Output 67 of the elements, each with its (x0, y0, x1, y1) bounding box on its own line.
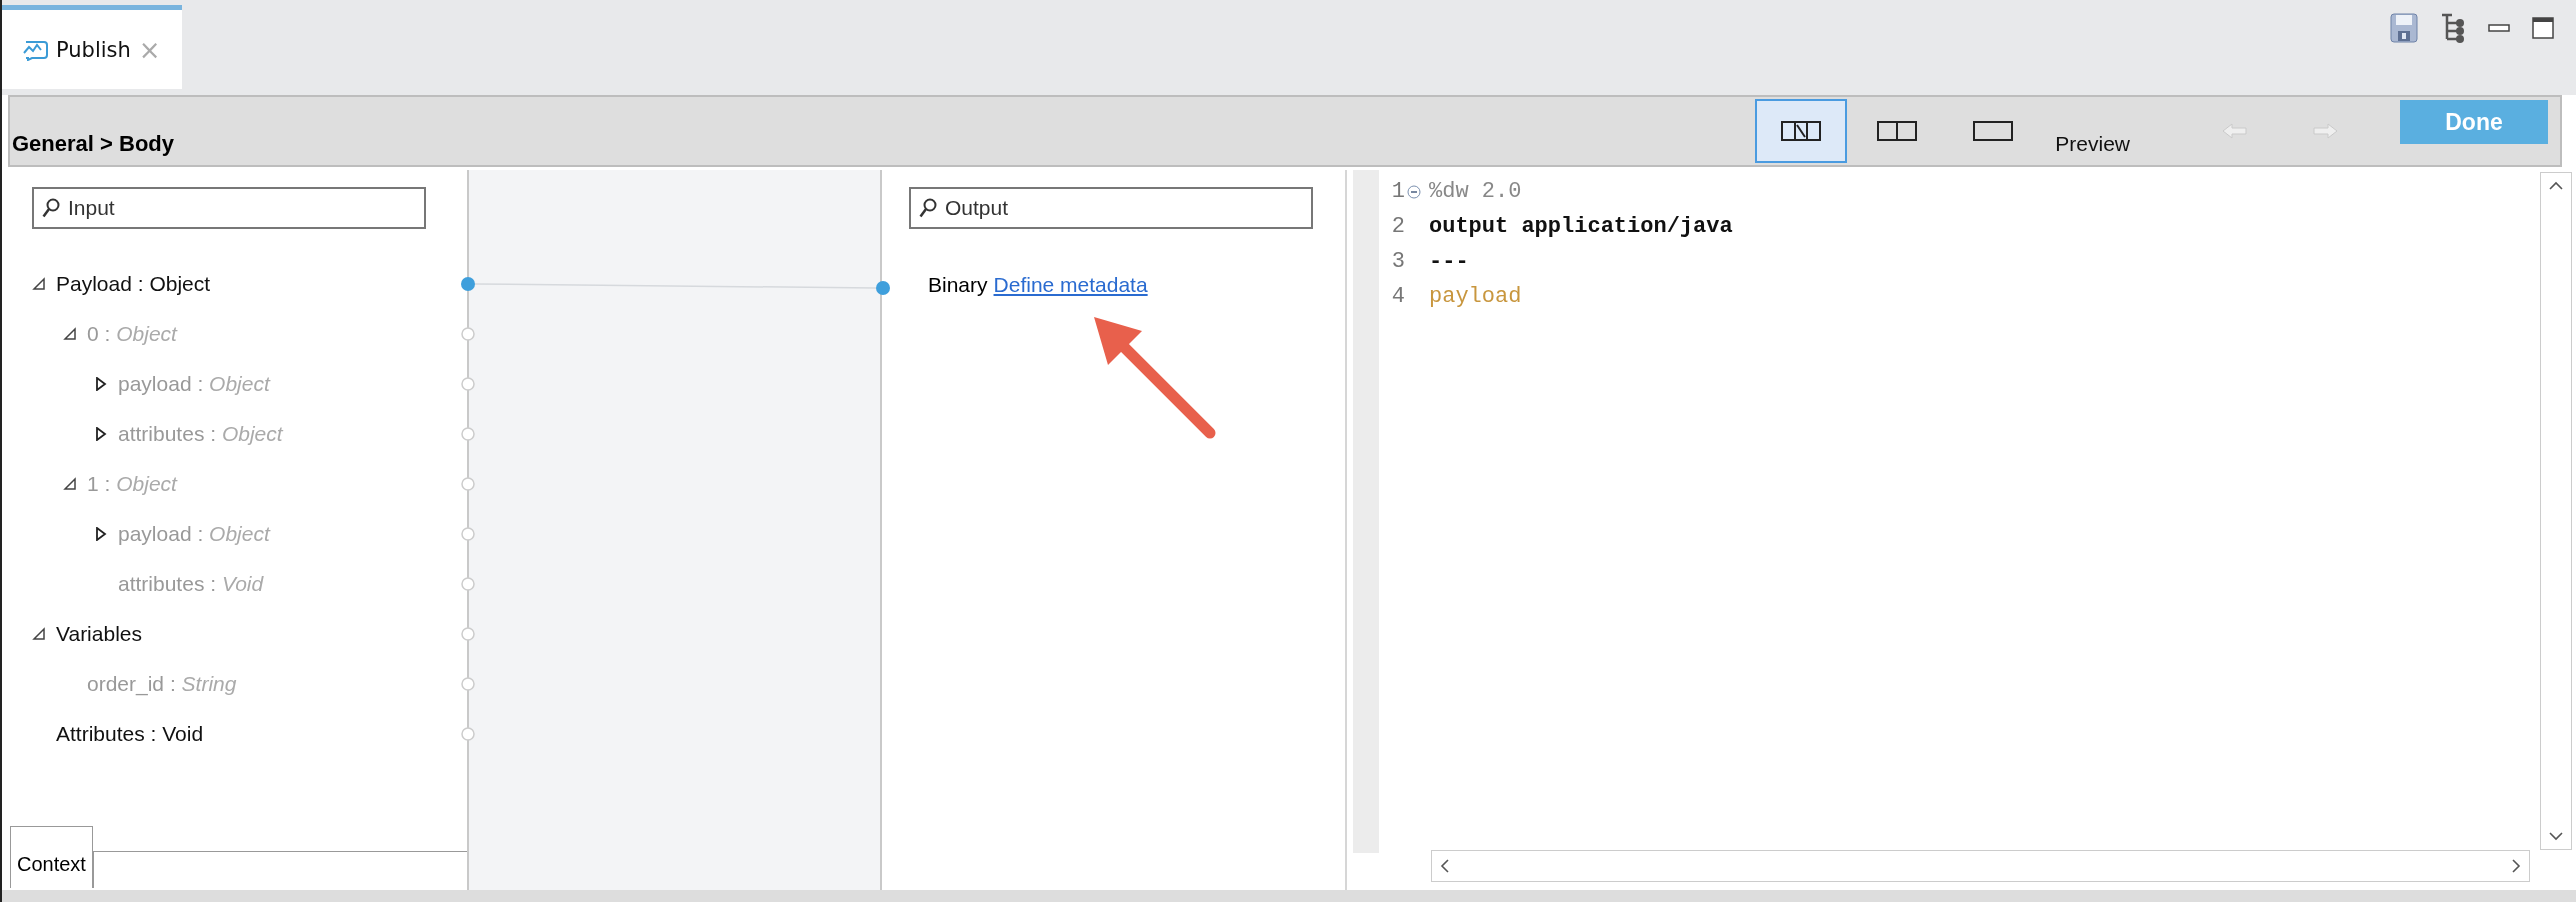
tree-item[interactable]: attributes : Object (118, 422, 283, 446)
define-metadata-link[interactable]: Define metadata (993, 273, 1148, 297)
tree-item[interactable]: 1 : Object (87, 472, 177, 496)
code-line: output application/java (1428, 214, 1733, 239)
connector-dot[interactable] (461, 727, 475, 741)
scroll-left-icon[interactable] (1440, 859, 1450, 873)
single-layout-icon (1973, 121, 2014, 141)
line-number: 1 (1390, 179, 1405, 204)
connector-dot[interactable] (461, 427, 475, 441)
collapsed-triangle-icon[interactable] (94, 527, 108, 541)
done-button[interactable]: Done (2400, 100, 2548, 144)
editor-tab[interactable]: Publish × (2, 5, 182, 89)
fold-icon[interactable] (1407, 184, 1421, 199)
horizontal-scrollbar[interactable] (1431, 850, 2530, 882)
connector-dot[interactable] (461, 627, 475, 641)
search-field[interactable]: Output (909, 187, 1313, 229)
split-layout-icon (1877, 121, 1918, 141)
tab-label: Publish (56, 37, 131, 62)
line-number: 2 (1390, 214, 1405, 239)
layout-button[interactable] (1755, 99, 1848, 163)
connector-dot[interactable] (461, 477, 475, 491)
preview-button[interactable]: Preview (2043, 106, 2150, 156)
maximize-icon[interactable] (2532, 17, 2554, 39)
tree-item[interactable]: payload : Object (118, 522, 270, 546)
connector-dot[interactable] (461, 377, 475, 391)
mapping-layout-icon (1781, 121, 1822, 141)
tree-item[interactable]: order_id : String (87, 672, 237, 696)
expanded-triangle-icon[interactable] (32, 627, 46, 641)
connector-dot[interactable] (461, 327, 475, 341)
connector-dot[interactable] (461, 677, 475, 691)
search-field[interactable]: Input (32, 187, 426, 229)
mapped-connector-dot[interactable] (876, 281, 890, 295)
expanded-triangle-icon[interactable] (32, 277, 46, 291)
breadcrumb: General > Body (11, 130, 174, 157)
code-line: %dw 2.0 (1428, 179, 1522, 204)
scroll-up-icon[interactable] (2549, 181, 2563, 191)
undo-arrow-icon (2220, 122, 2250, 140)
close-icon[interactable]: × (138, 34, 161, 65)
search-icon (919, 198, 937, 218)
tree-item[interactable]: Variables (56, 622, 142, 646)
redo-arrow-icon (2310, 122, 2340, 140)
code-line: --- (1428, 249, 1469, 274)
expanded-triangle-icon[interactable] (63, 327, 77, 341)
line-number: 4 (1390, 284, 1405, 309)
save-icon[interactable] (2390, 13, 2418, 43)
collapsed-triangle-icon[interactable] (94, 377, 108, 391)
tree-item[interactable]: 0 : Object (87, 322, 177, 346)
search-icon (42, 198, 60, 218)
line-number: 3 (1390, 249, 1405, 274)
scroll-down-icon[interactable] (2549, 831, 2563, 841)
tree-item[interactable]: attributes : Void (118, 572, 264, 596)
tree-item[interactable]: Attributes : Void (56, 722, 204, 746)
connector-dot[interactable] (461, 527, 475, 541)
minimize-icon[interactable] (2488, 24, 2510, 32)
vertical-scrollbar[interactable] (2540, 172, 2572, 850)
tree-item[interactable]: Payload : Object (56, 272, 211, 296)
expanded-triangle-icon[interactable] (63, 477, 77, 491)
context-tab[interactable]: Context (10, 826, 93, 888)
tree-icon[interactable] (2440, 12, 2466, 44)
collapsed-triangle-icon[interactable] (94, 427, 108, 441)
connector-dot[interactable] (461, 577, 475, 591)
chart-icon (22, 38, 48, 61)
mapped-connector-dot[interactable] (461, 277, 475, 291)
scroll-right-icon[interactable] (2511, 859, 2521, 873)
code-line: payload (1428, 284, 1522, 309)
output-type: Binary (928, 273, 988, 297)
tree-item[interactable]: payload : Object (118, 372, 270, 396)
